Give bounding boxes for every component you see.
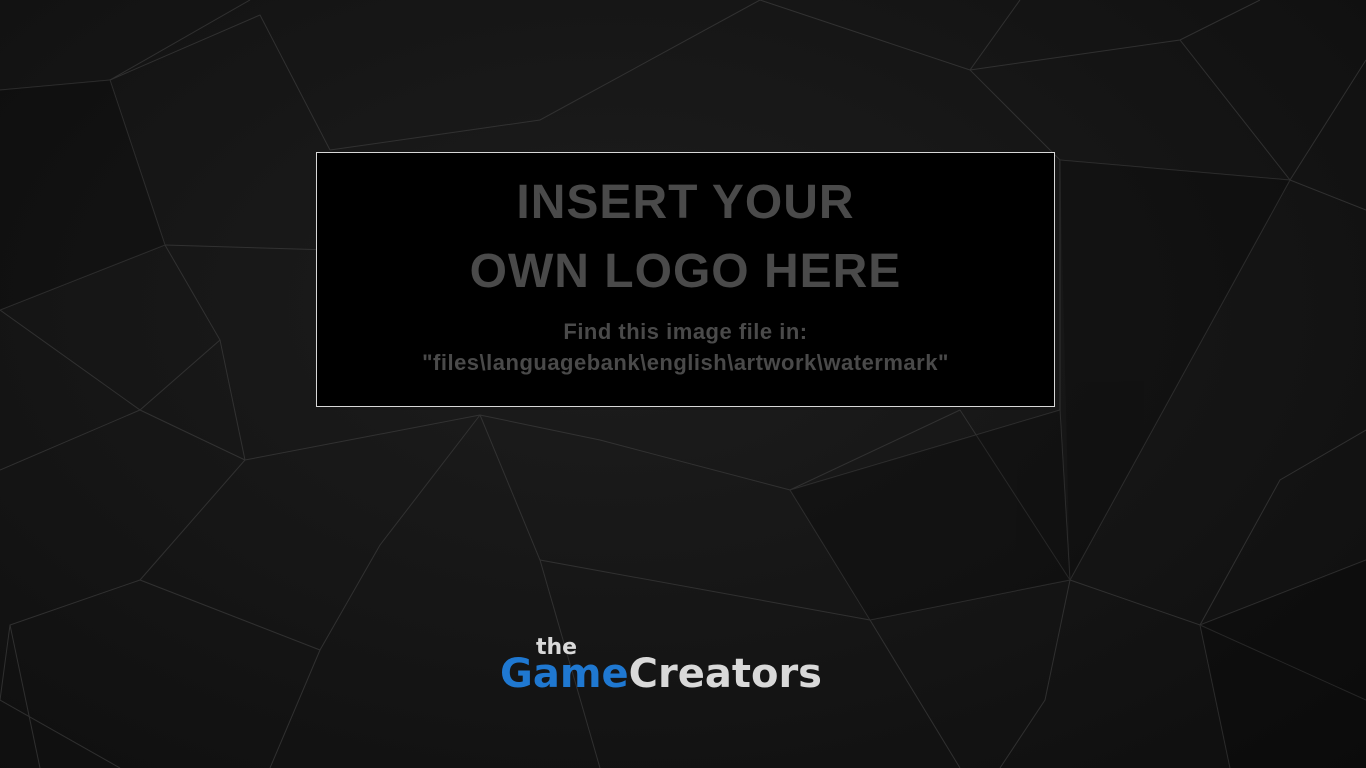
logo-placeholder-panel: INSERT YOUR OWN LOGO HERE Find this imag… (316, 152, 1055, 407)
brand-name-creators: Creators (628, 651, 822, 697)
logo-placeholder-file-path: "files\languagebank\english\artwork\wate… (422, 350, 949, 375)
the-game-creators-logo: the GameCreators (500, 636, 870, 698)
brand-name-game: Game (500, 651, 629, 697)
splash-screen: INSERT YOUR OWN LOGO HERE Find this imag… (0, 0, 1366, 768)
logo-placeholder-info-line1: Find this image file in: (563, 319, 808, 344)
brand-name: GameCreators (500, 650, 822, 698)
logo-placeholder-heading-line2: OWN LOGO HERE (469, 245, 902, 298)
logo-placeholder-heading-line1: INSERT YOUR (516, 176, 855, 229)
